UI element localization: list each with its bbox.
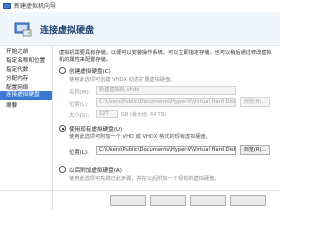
create-disk-desc: 使用此选项可创建 VHDX 动态扩展虚拟硬盘。 [69, 77, 176, 83]
existing-browse-button[interactable]: 浏览(R)... [240, 145, 270, 155]
intro-text: 虚拟机需要具有存储，以便可以安装操作系统。可以立即指定存储，也可以稍后通过修改虚… [59, 50, 272, 63]
size-note: GB (最大值: 64 TB) [121, 112, 167, 118]
nav-item-network[interactable]: 配置网络 [6, 83, 28, 91]
existing-disk-desc: 使用此选项可附加一个 VHD 或 VHDX 格式的现有虚拟硬盘。 [69, 134, 211, 140]
create-location-input[interactable]: C:\Users\Public\Documents\Hyper-V\Virtua… [96, 98, 236, 107]
nav-item-name-location[interactable]: 指定名称和位置 [6, 56, 45, 64]
size-label: 大小(S): [69, 113, 90, 119]
next-button[interactable] [150, 195, 186, 206]
nav-item-generation[interactable]: 指定代数 [6, 65, 28, 73]
window-title: 新建虚拟机向导 [14, 3, 57, 10]
virtual-disk-icon [14, 22, 32, 37]
attach-later-radio[interactable] [59, 166, 66, 173]
nav-item-virtual-disk[interactable]: 连接虚拟硬盘 [0, 91, 52, 100]
footer-divider [0, 190, 280, 191]
create-browse-button[interactable]: 浏览(B)... [240, 97, 270, 107]
nav-item-summary[interactable]: 摘要 [6, 101, 17, 109]
app-icon [3, 3, 11, 9]
create-location-label: 位置(L): [69, 102, 89, 108]
finish-button[interactable] [190, 195, 226, 206]
create-disk-radio[interactable] [59, 67, 66, 74]
previous-button[interactable] [110, 195, 146, 206]
sidebar-divider [52, 46, 53, 210]
disk-size-stepper[interactable]: 127 [96, 110, 118, 118]
nav-item-before-you-begin[interactable]: 开始之前 [6, 47, 28, 55]
name-label: 名称(M): [69, 90, 91, 96]
existing-location-input[interactable]: C:\Users\Public\Documents\Hyper-V\Virtua… [96, 146, 236, 155]
existing-location-label: 位置(L): [69, 150, 89, 156]
attach-later-desc: 使用此选项可先跳过此步骤，并在以后附加一个现有的虚拟硬盘。 [69, 176, 220, 182]
nav-item-memory[interactable]: 分配内存 [6, 74, 28, 82]
page-title: 连接虚拟硬盘 [40, 26, 95, 36]
create-disk-label: 创建虚拟硬盘(C) [69, 69, 111, 75]
attach-later-label: 以后附加虚拟硬盘(A) [69, 168, 122, 174]
existing-disk-radio[interactable] [59, 125, 66, 132]
wizard-steps: 开始之前 指定名称和位置 指定代数 分配内存 配置网络 连接虚拟硬盘 摘要 [0, 46, 52, 210]
cancel-button[interactable] [230, 195, 266, 206]
wizard-header: 连接虚拟硬盘 [0, 12, 280, 46]
disk-name-input[interactable]: 新建虚拟机.vhdx [96, 86, 236, 95]
existing-disk-label: 使用现有虚拟硬盘(U) [69, 127, 123, 133]
